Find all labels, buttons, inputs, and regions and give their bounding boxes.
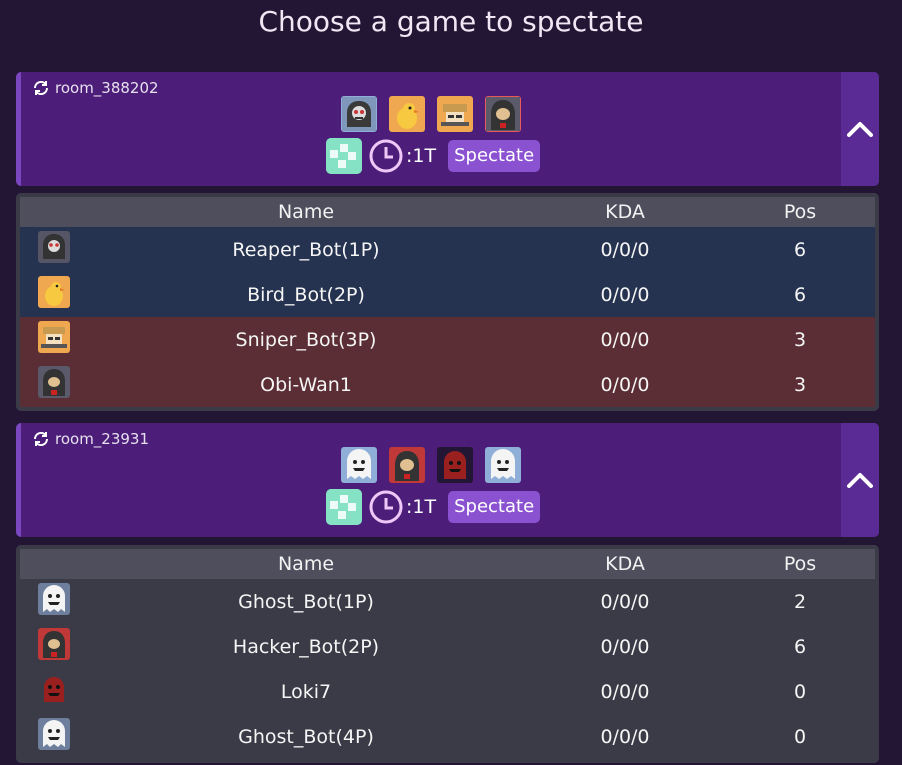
player-pos: 6 xyxy=(793,238,807,261)
player-name: Ghost_Bot(4P) xyxy=(238,725,374,748)
header-pos: Pos xyxy=(783,201,817,223)
header-kda: KDA xyxy=(605,201,645,223)
player-kda: 0/0/0 xyxy=(600,635,650,658)
player-kda: 0/0/0 xyxy=(600,590,650,613)
obiwan-avatar xyxy=(485,96,521,132)
player-kda: 0/0/0 xyxy=(600,283,650,306)
player-pos: 0 xyxy=(793,725,807,748)
room-id: room_388202 xyxy=(55,79,159,97)
table-header: Name KDA Pos xyxy=(20,197,875,227)
loki-avatar xyxy=(38,673,70,705)
player-name: Bird_Bot(2P) xyxy=(247,283,365,306)
loki-avatar xyxy=(437,447,473,483)
spectate-button[interactable]: Spectate xyxy=(448,140,541,172)
clock-icon xyxy=(369,490,403,524)
player-pos: 6 xyxy=(793,635,807,658)
player-avatars xyxy=(341,447,521,483)
map-icon xyxy=(326,138,362,174)
obiwan-avatar xyxy=(38,366,70,398)
collapse-button[interactable] xyxy=(841,423,879,537)
reaper-avatar xyxy=(38,231,70,263)
chevron-up-icon xyxy=(847,122,873,137)
sniper-avatar xyxy=(38,321,70,353)
hacker-avatar xyxy=(389,447,425,483)
spectate-button[interactable]: Spectate xyxy=(448,491,541,523)
player-pos: 2 xyxy=(793,590,807,613)
room-header: room_388202 xyxy=(31,78,159,98)
table-row: Sniper_Bot(3P) 0/0/0 3 xyxy=(20,317,875,362)
player-name: Hacker_Bot(2P) xyxy=(232,635,380,658)
chevron-up-icon xyxy=(847,473,873,488)
table-row: Ghost_Bot(1P) 0/0/0 2 xyxy=(20,579,875,624)
player-name: Reaper_Bot(1P) xyxy=(232,238,380,261)
player-avatars xyxy=(341,96,521,132)
table-header: Name KDA Pos xyxy=(20,549,875,579)
table-row: Obi-Wan1 0/0/0 3 xyxy=(20,362,875,407)
player-kda: 0/0/0 xyxy=(600,328,650,351)
player-name: Obi-Wan1 xyxy=(260,373,352,396)
refresh-icon[interactable] xyxy=(31,429,51,449)
player-kda: 0/0/0 xyxy=(600,373,650,396)
collapse-button[interactable] xyxy=(841,72,879,186)
sniper-avatar xyxy=(437,96,473,132)
room-controls: :1T Spectate xyxy=(326,138,541,174)
player-pos: 6 xyxy=(793,283,807,306)
header-kda: KDA xyxy=(605,553,645,575)
room-controls: :1T Spectate xyxy=(326,489,541,525)
ghost-avatar xyxy=(341,447,377,483)
map-icon xyxy=(326,489,362,525)
table-row: Reaper_Bot(1P) 0/0/0 6 xyxy=(20,227,875,272)
hacker-avatar xyxy=(38,628,70,660)
header-pos: Pos xyxy=(783,553,817,575)
players-table: Name KDA Pos Ghost_Bot(1P) 0/0/0 2 Hacke… xyxy=(16,545,879,763)
player-kda: 0/0/0 xyxy=(600,725,650,748)
ghost-avatar xyxy=(38,718,70,750)
header-name: Name xyxy=(277,201,335,223)
player-pos: 3 xyxy=(793,328,807,351)
ghost-avatar xyxy=(38,583,70,615)
player-pos: 3 xyxy=(793,373,807,396)
table-row: Ghost_Bot(4P) 0/0/0 0 xyxy=(20,714,875,759)
table-row: Loki7 0/0/0 0 xyxy=(20,669,875,714)
reaper-avatar xyxy=(341,96,377,132)
player-name: Sniper_Bot(3P) xyxy=(235,328,377,351)
room-card: room_388202:1T Spectate xyxy=(16,72,879,186)
room-id: room_23931 xyxy=(55,430,150,448)
player-kda: 0/0/0 xyxy=(600,680,650,703)
bird-avatar xyxy=(389,96,425,132)
room-card: room_23931 :1T Spectate xyxy=(16,423,879,537)
turn-counter: :1T xyxy=(406,496,437,518)
table-row: Hacker_Bot(2P) 0/0/0 6 xyxy=(20,624,875,669)
bird-avatar xyxy=(38,276,70,308)
room-header: room_23931 xyxy=(31,429,149,449)
table-row: Bird_Bot(2P) 0/0/0 6 xyxy=(20,272,875,317)
header-name: Name xyxy=(277,553,335,575)
player-name: Loki7 xyxy=(280,680,332,703)
players-table: Name KDA Pos Reaper_Bot(1P) 0/0/0 6 Bird… xyxy=(16,193,879,411)
player-pos: 0 xyxy=(793,680,807,703)
turn-counter: :1T xyxy=(406,145,437,167)
ghost-avatar xyxy=(485,447,521,483)
page-title: Choose a game to spectate xyxy=(258,5,644,38)
clock-icon xyxy=(369,139,403,173)
refresh-icon[interactable] xyxy=(31,78,51,98)
player-name: Ghost_Bot(1P) xyxy=(238,590,374,613)
player-kda: 0/0/0 xyxy=(600,238,650,261)
